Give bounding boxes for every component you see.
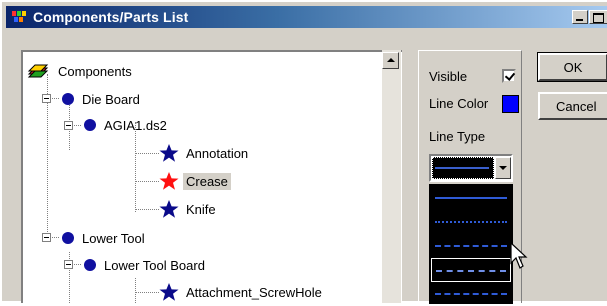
cancel-button[interactable]: Cancel xyxy=(538,92,607,120)
maximize-button[interactable] xyxy=(589,10,607,24)
tree-node-label: Crease xyxy=(183,172,231,190)
blue-disc-icon xyxy=(62,232,74,244)
visible-checkbox[interactable] xyxy=(502,69,516,83)
dialog-window: Components/Parts List Components Die Boa… xyxy=(0,0,607,304)
line-type-option-dash-dot[interactable] xyxy=(431,234,511,258)
line-type-current[interactable] xyxy=(432,157,494,179)
collapse-toggle[interactable] xyxy=(42,94,51,103)
blue-disc-icon xyxy=(84,259,96,271)
tree-connector xyxy=(135,209,159,210)
tree-connector xyxy=(135,278,136,303)
line-properties-panel: Visible Line Color Line Type xyxy=(418,50,522,304)
tree-connector xyxy=(135,181,159,182)
line-color-swatch[interactable] xyxy=(502,95,519,113)
blue-star-icon xyxy=(159,283,179,301)
tree-node-annotation[interactable]: Annotation xyxy=(159,142,251,164)
tree-node-label: Attachment_ScrewHole xyxy=(186,284,322,300)
blue-disc-icon xyxy=(62,93,74,105)
ok-button[interactable]: OK xyxy=(537,52,607,82)
tree-node-label: Annotation xyxy=(186,145,249,161)
tree-node-label: Lower Tool Board xyxy=(104,257,205,273)
title-bar[interactable]: Components/Parts List xyxy=(6,6,607,28)
tree-node-die-board[interactable]: Die Board xyxy=(61,88,143,110)
red-star-icon xyxy=(159,172,179,190)
blue-disc-icon xyxy=(84,119,96,131)
blue-star-icon xyxy=(159,144,179,162)
components-stack-icon xyxy=(27,64,49,78)
tree-connector xyxy=(135,153,159,154)
collapse-toggle[interactable] xyxy=(42,233,51,242)
tree-node-label: Die Board xyxy=(82,91,140,107)
line-type-option-dash[interactable] xyxy=(431,210,511,234)
line-type-dropdown[interactable] xyxy=(429,154,513,182)
tree-node-label: Lower Tool xyxy=(82,230,145,246)
tree-node-lower-tool-board[interactable]: Lower Tool Board xyxy=(83,254,208,276)
collapse-toggle[interactable] xyxy=(64,260,73,269)
line-type-option-dash-dot-dot[interactable] xyxy=(431,282,511,306)
blue-star-icon xyxy=(159,200,179,218)
collapse-toggle[interactable] xyxy=(64,121,73,130)
line-color-label: Line Color xyxy=(429,96,489,111)
line-type-option-dash-long[interactable] xyxy=(431,258,511,282)
tree-node-label: Components xyxy=(58,63,132,79)
tree-node-label: Knife xyxy=(186,201,216,217)
tree-node-attachment-screwhole[interactable]: Attachment_ScrewHole xyxy=(159,281,325,303)
window-title: Components/Parts List xyxy=(33,9,189,25)
app-icon xyxy=(12,11,26,22)
mouse-pointer-icon xyxy=(510,242,528,269)
scroll-up-arrow-icon[interactable] xyxy=(382,52,399,69)
tree-node-label: AGIA1.ds2 xyxy=(104,117,167,133)
tree-node-knife[interactable]: Knife xyxy=(159,198,219,220)
tree-node-agia1[interactable]: AGIA1.ds2 xyxy=(83,114,170,136)
tree-node-crease[interactable]: Crease xyxy=(159,170,231,192)
line-type-options[interactable] xyxy=(429,184,513,304)
tree-scrollbar[interactable] xyxy=(382,50,401,303)
tree-connector xyxy=(135,292,159,293)
tree-node-lower-tool[interactable]: Lower Tool xyxy=(61,227,148,249)
line-type-label: Line Type xyxy=(429,129,486,144)
line-type-option-solid[interactable] xyxy=(431,186,511,210)
tree-node-components[interactable]: Components xyxy=(27,60,135,82)
minimize-button[interactable] xyxy=(572,10,588,24)
components-tree[interactable]: Components Die Board AGIA1.ds2 Annotatio… xyxy=(21,50,402,303)
chevron-down-icon[interactable] xyxy=(495,157,511,179)
visible-label: Visible xyxy=(429,69,468,84)
